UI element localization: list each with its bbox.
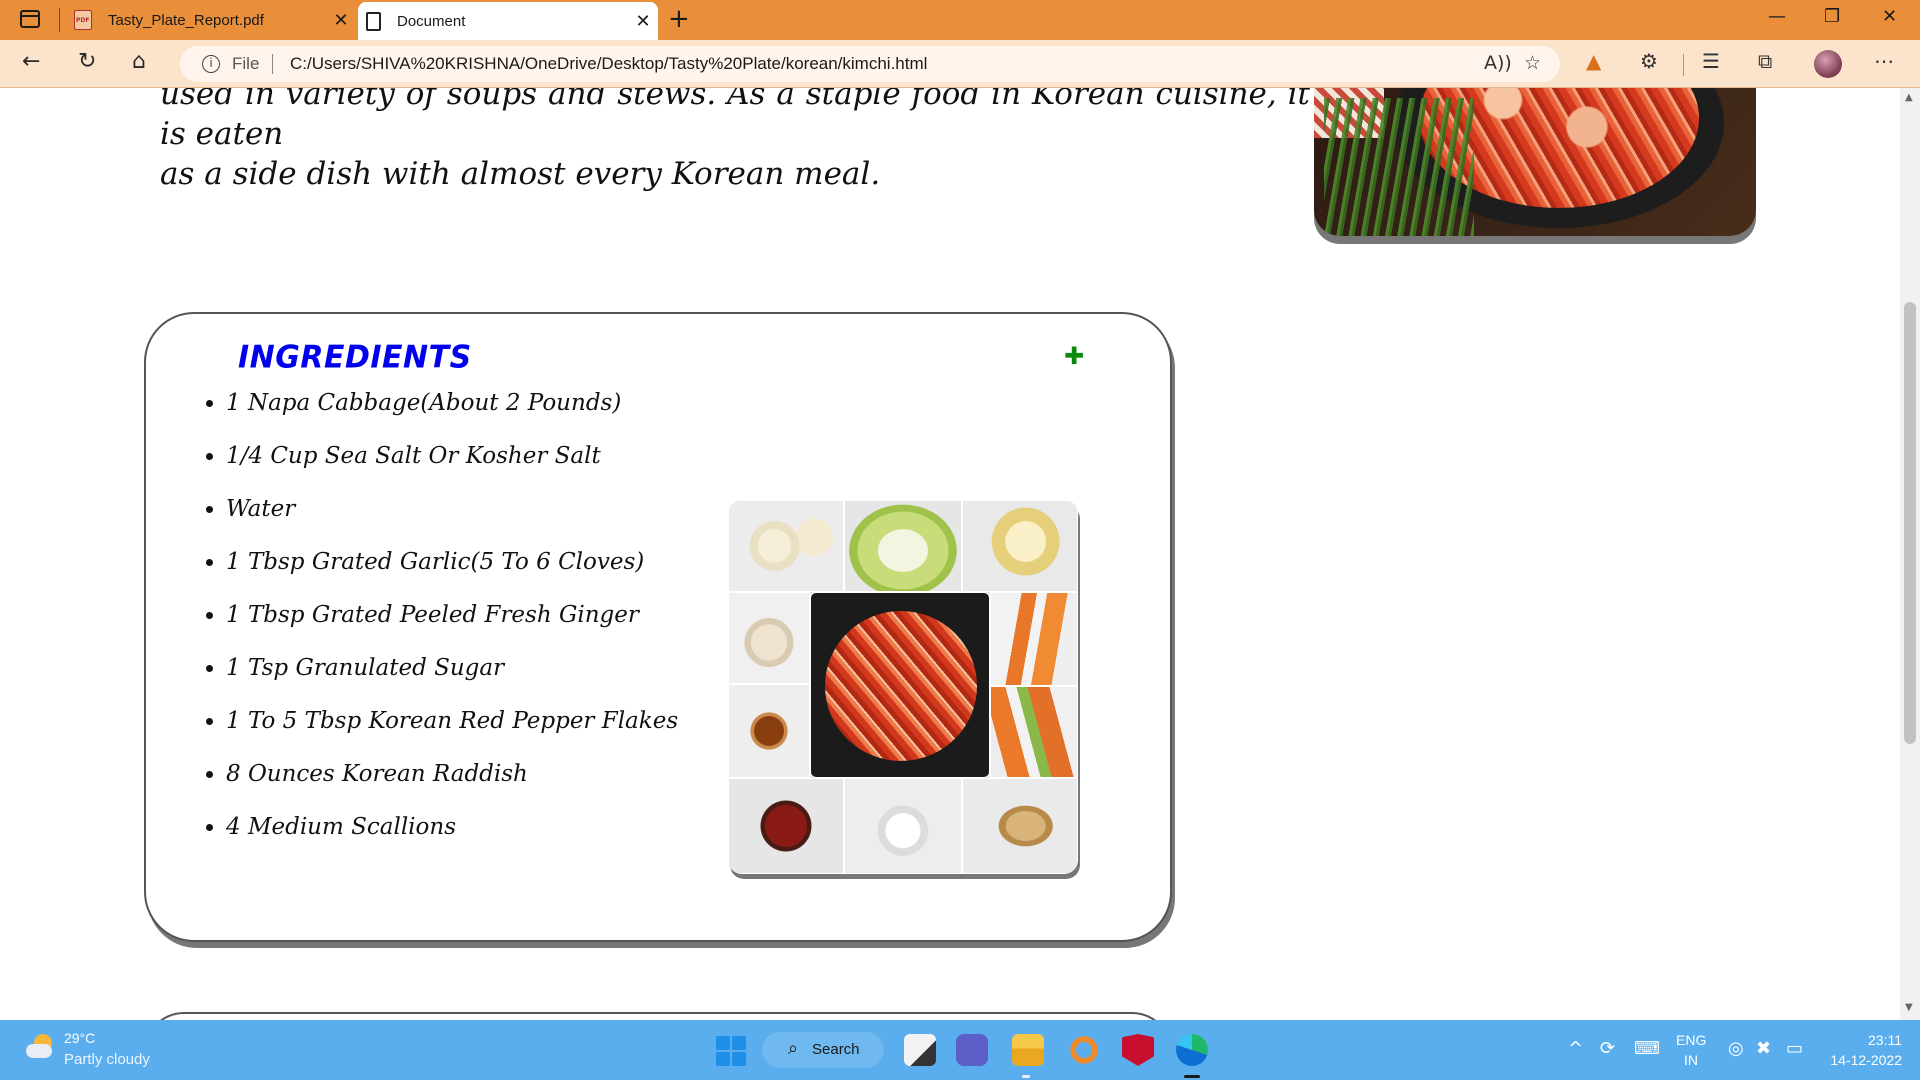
browser-title-bar: PDF Tasty_Plate_Report.pdf ✕ Document ✕ … bbox=[0, 0, 1920, 40]
pdf-icon: PDF bbox=[74, 10, 92, 30]
tab-title: Tasty_Plate_Report.pdf bbox=[108, 11, 264, 29]
ingredients-list: 1 Napa Cabbage(About 2 Pounds) 1/4 Cup S… bbox=[186, 388, 678, 865]
read-aloud-icon[interactable]: A)) bbox=[1484, 52, 1512, 74]
meet-chat-icon[interactable] bbox=[956, 1034, 988, 1066]
network-globe-icon[interactable]: ◎ bbox=[1728, 1038, 1744, 1059]
tab-document[interactable]: Document ✕ bbox=[358, 2, 658, 40]
weather-temperature[interactable]: 29°C bbox=[64, 1030, 95, 1046]
kimchi-bowl-photo bbox=[810, 592, 990, 778]
carrot-scallion-photo bbox=[990, 686, 1078, 778]
speaker-muted-icon[interactable]: ✖ bbox=[1756, 1038, 1771, 1059]
ingredient-item: 1 Tbsp Grated Garlic(5 To 6 Cloves) bbox=[226, 547, 678, 600]
close-tab-icon[interactable]: ✕ bbox=[326, 10, 356, 31]
restore-icon[interactable]: ❐ bbox=[1824, 6, 1840, 27]
add-favorite-icon[interactable]: ☆ bbox=[1524, 52, 1541, 74]
tab-actions-icon[interactable] bbox=[20, 10, 40, 28]
ginger-photo bbox=[962, 778, 1078, 874]
ingredient-item: 1 To 5 Tbsp Korean Red Pepper Flakes bbox=[226, 706, 678, 759]
cabbage-photo bbox=[844, 500, 962, 592]
scroll-up-icon[interactable]: ▲ bbox=[1905, 92, 1913, 103]
extensions-icon[interactable]: ⚙ bbox=[1640, 49, 1658, 73]
salt-photo bbox=[844, 778, 962, 874]
windows-start-icon[interactable] bbox=[716, 1036, 746, 1066]
home-icon[interactable]: ⌂ bbox=[132, 49, 146, 74]
close-window-icon[interactable]: ✕ bbox=[1882, 6, 1897, 27]
ingredient-item: 1 Tsp Granulated Sugar bbox=[226, 653, 678, 706]
task-view-icon[interactable] bbox=[904, 1034, 936, 1066]
metamask-extension-icon[interactable]: ▲ bbox=[1586, 49, 1601, 73]
kimchi-dish-image bbox=[1314, 88, 1756, 236]
intro-paragraph: used in variety of soups and stews. As a… bbox=[160, 88, 1310, 194]
ingredients-heading: INGREDIENTS bbox=[238, 339, 472, 376]
clock-date[interactable]: 14-12-2022 bbox=[1824, 1052, 1902, 1068]
chevron-up-icon[interactable]: ^ bbox=[1568, 1038, 1583, 1059]
running-indicator bbox=[1022, 1075, 1030, 1078]
ingredient-item: 1 Napa Cabbage(About 2 Pounds) bbox=[226, 388, 678, 441]
favorites-icon[interactable]: ☰ bbox=[1702, 49, 1720, 73]
tab-title: Document bbox=[397, 12, 466, 30]
intro-line: as a side dish with almost every Korean … bbox=[160, 156, 881, 192]
search-label: Search bbox=[812, 1041, 860, 1058]
region-indicator[interactable]: IN bbox=[1684, 1052, 1698, 1068]
title-divider bbox=[59, 8, 60, 32]
next-section-card bbox=[144, 1012, 1172, 1020]
ingredient-item: 4 Medium Scallions bbox=[226, 812, 678, 865]
garlic-photo bbox=[728, 500, 844, 592]
url-text[interactable]: C:/Users/SHIVA%20KRISHNA/OneDrive/Deskto… bbox=[290, 54, 927, 74]
profile-avatar[interactable] bbox=[1814, 50, 1842, 78]
page-scrollbar[interactable]: ▲ ▼ bbox=[1900, 88, 1920, 1020]
partly-cloudy-icon[interactable] bbox=[24, 1032, 54, 1062]
scroll-down-icon[interactable]: ▼ bbox=[1905, 1002, 1913, 1013]
sauce-photo bbox=[728, 684, 810, 778]
navigation-bar: ← ↻ ⌂ i File C:/Users/SHIVA%20KRISHNA/On… bbox=[0, 40, 1920, 88]
pepper-flakes-photo bbox=[728, 778, 844, 874]
minimize-icon[interactable]: — bbox=[1768, 6, 1786, 27]
scroll-thumb[interactable] bbox=[1904, 302, 1916, 744]
tab-pdf-report[interactable]: PDF Tasty_Plate_Report.pdf ✕ bbox=[66, 0, 356, 40]
close-tab-icon[interactable]: ✕ bbox=[628, 11, 658, 32]
more-menu-icon[interactable]: ⋯ bbox=[1874, 49, 1894, 73]
refresh-icon[interactable]: ↻ bbox=[78, 49, 96, 74]
toolbar-divider bbox=[1683, 54, 1684, 76]
onion-photo bbox=[962, 500, 1078, 592]
back-arrow-icon[interactable]: ← bbox=[22, 49, 40, 74]
active-app-indicator bbox=[1184, 1075, 1200, 1078]
mcafee-icon[interactable] bbox=[1122, 1034, 1154, 1066]
weather-condition[interactable]: Partly cloudy bbox=[64, 1051, 150, 1068]
ingredients-collage-image bbox=[728, 500, 1078, 874]
radish-carrot-photo bbox=[990, 592, 1078, 686]
scheme-label: File bbox=[232, 54, 260, 73]
sugar-photo bbox=[728, 592, 810, 684]
ingredients-card: INGREDIENTS ✚ 1 Napa Cabbage(About 2 Pou… bbox=[144, 312, 1172, 942]
document-icon bbox=[366, 11, 381, 31]
battery-icon[interactable]: ▭ bbox=[1786, 1038, 1803, 1059]
page-viewport: used in variety of soups and stews. As a… bbox=[0, 88, 1900, 1020]
ingredient-item: 8 Ounces Korean Raddish bbox=[226, 759, 678, 812]
collections-icon[interactable]: ⧉ bbox=[1758, 49, 1772, 73]
edge-browser-icon[interactable] bbox=[1176, 1034, 1208, 1066]
onedrive-sync-icon[interactable]: ⟳ bbox=[1600, 1038, 1615, 1059]
search-icon: ⌕ bbox=[788, 1038, 799, 1059]
new-tab-button[interactable]: + bbox=[668, 4, 690, 34]
info-icon[interactable]: i bbox=[202, 55, 220, 73]
ingredient-item: 1 Tbsp Grated Peeled Fresh Ginger bbox=[226, 600, 678, 653]
keyboard-icon[interactable]: ⌨ bbox=[1634, 1038, 1660, 1059]
address-bar[interactable]: i File C:/Users/SHIVA%20KRISHNA/OneDrive… bbox=[180, 46, 1560, 82]
plus-icon[interactable]: ✚ bbox=[1064, 342, 1084, 370]
language-indicator[interactable]: ENG bbox=[1676, 1032, 1706, 1048]
clock-time[interactable]: 23:11 bbox=[1838, 1032, 1902, 1048]
taskbar-search-button[interactable]: ⌕ Search bbox=[762, 1032, 884, 1068]
address-divider bbox=[272, 54, 273, 74]
sync-app-icon[interactable] bbox=[1068, 1034, 1100, 1066]
windows-taskbar: 29°C Partly cloudy ⌕ Search ^ ⟳ ⌨ ENG IN… bbox=[0, 1020, 1920, 1080]
file-explorer-icon[interactable] bbox=[1012, 1034, 1044, 1066]
ingredient-item: 1/4 Cup Sea Salt Or Kosher Salt bbox=[226, 441, 678, 494]
ingredient-item: Water bbox=[226, 494, 678, 547]
intro-line: used in variety of soups and stews. As a… bbox=[160, 88, 1310, 152]
